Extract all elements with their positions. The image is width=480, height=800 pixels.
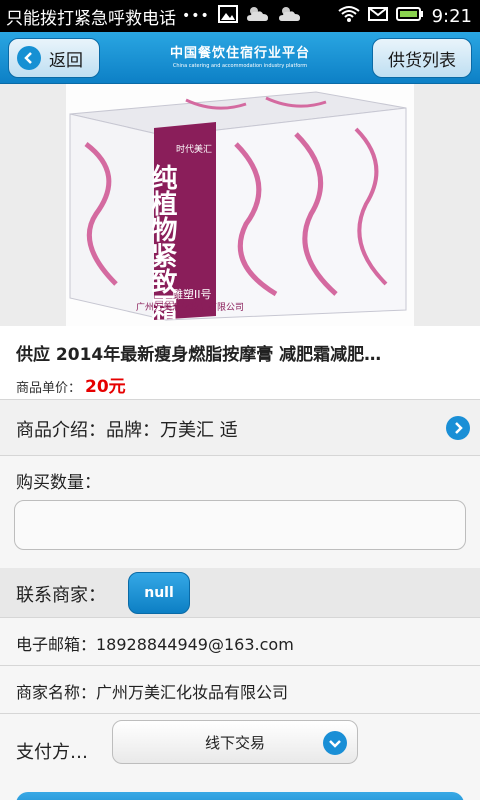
mail-icon <box>367 6 388 26</box>
payment-label: 支付方… <box>16 742 88 763</box>
back-label: 返回 <box>49 50 83 71</box>
box-sub-text: 雕塑II号 <box>172 287 212 301</box>
payment-method-select[interactable]: 线下交易 <box>112 720 358 764</box>
platform-title: 中国餐饮住宿行业平台 <box>169 46 310 61</box>
app-header: 返回 中国餐饮住宿行业平台 China catering and accommo… <box>0 32 480 84</box>
weather-cloud-icon-2 <box>278 5 302 27</box>
box-maker-text: 广州万美汇化妆品有限公司 <box>136 301 244 313</box>
payment-method-value: 线下交易 <box>204 733 265 752</box>
email-row: 电子邮箱：18928844949@163.com <box>0 618 480 666</box>
status-bar: 只能拨打紧急呼救电话 ••• 9:21 <box>0 0 480 32</box>
back-button[interactable]: 返回 <box>8 38 100 78</box>
product-intro-text: 商品介绍：品牌：万美汇 适 <box>16 420 238 441</box>
product-summary: 供应 2014年最新瘦身燃脂按摩膏 减肥霜减肥… 商品单价： 20元 <box>0 326 480 400</box>
product-intro-row[interactable]: 商品介绍：品牌：万美汇 适 <box>0 400 480 456</box>
payment-row: 支付方… 线下交易 <box>0 714 480 800</box>
product-title: 供应 2014年最新瘦身燃脂按摩膏 减肥霜减肥… <box>16 345 382 365</box>
submit-order-button[interactable] <box>16 792 464 800</box>
clock: 9:21 <box>431 5 472 27</box>
merchant-name-text: 商家名称：广州万美汇化妆品有限公司 <box>16 683 289 702</box>
image-icon <box>217 5 238 27</box>
quantity-section: 购买数量： <box>0 456 480 568</box>
quantity-input[interactable] <box>14 500 466 550</box>
product-image[interactable]: 时代美汇 纯植物紧致霜 雕塑II号 广州万美汇化妆品有限公司 <box>66 84 414 326</box>
price-label: 商品单价： <box>16 381 82 396</box>
weather-cloud-icon <box>246 5 270 27</box>
contact-merchant-button[interactable]: null <box>128 572 190 614</box>
contact-merchant-label: 联系商家： <box>16 585 106 606</box>
wifi-icon <box>337 5 360 27</box>
price-value: 20元 <box>85 377 126 397</box>
overflow-dots: ••• <box>182 8 210 24</box>
quantity-label: 购买数量： <box>16 473 101 493</box>
contact-merchant-row: 联系商家： null <box>0 568 480 618</box>
platform-subtitle: China catering and accommodation industr… <box>172 63 308 69</box>
box-brand-text: 时代美汇 <box>176 143 212 155</box>
emergency-notice: 只能拨打紧急呼救电话 <box>6 8 176 29</box>
chevron-down-icon <box>323 731 347 755</box>
back-arrow-icon <box>17 46 41 70</box>
product-image-area: 时代美汇 纯植物紧致霜 雕塑II号 广州万美汇化妆品有限公司 <box>0 84 480 326</box>
merchant-name-row: 商家名称：广州万美汇化妆品有限公司 <box>0 666 480 714</box>
battery-icon <box>395 6 424 26</box>
supply-list-button[interactable]: 供货列表 <box>372 38 472 78</box>
chevron-right-icon <box>446 416 470 440</box>
platform-logo: 中国餐饮住宿行业平台 China catering and accommodat… <box>150 42 330 69</box>
price-row: 商品单价： 20元 <box>16 372 126 397</box>
email-text: 电子邮箱：18928844949@163.com <box>16 635 294 654</box>
